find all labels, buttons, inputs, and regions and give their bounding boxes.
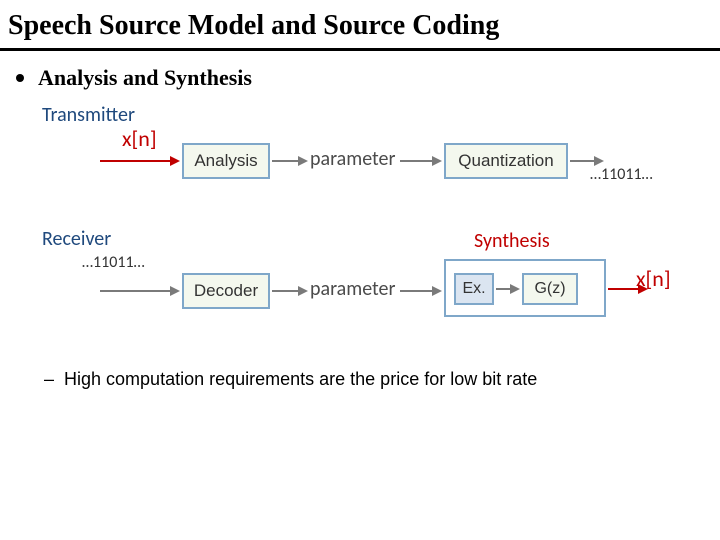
rx-output-signal: x[n]	[636, 265, 671, 292]
main-bullet-text: Analysis and Synthesis	[38, 65, 252, 91]
transmitter-label: Transmitter	[42, 103, 135, 127]
dash-icon: –	[44, 369, 54, 390]
rx-parameter-label: parameter	[310, 277, 395, 301]
tx-parameter-label: parameter	[310, 147, 395, 171]
rx-input-bits: …11011…	[82, 253, 145, 272]
main-bullet: Analysis and Synthesis	[0, 51, 720, 101]
quantization-box: Quantization	[444, 143, 568, 179]
receiver-label: Receiver	[42, 227, 111, 251]
excitation-box: Ex.	[454, 273, 494, 305]
analysis-box: Analysis	[182, 143, 270, 179]
filter-box: G(z)	[522, 273, 578, 305]
tx-output-bits: …11011…	[590, 165, 653, 184]
decoder-box: Decoder	[182, 273, 270, 309]
bullet-icon	[16, 74, 24, 82]
tx-input-signal: x[n]	[122, 125, 157, 152]
slide-title: Speech Source Model and Source Coding	[0, 0, 720, 51]
diagram-area: Transmitter x[n] Analysis parameter Quan…	[0, 101, 720, 361]
synthesis-label: Synthesis	[474, 229, 550, 253]
sub-bullet: – High computation requirements are the …	[0, 361, 720, 390]
sub-bullet-text: High computation requirements are the pr…	[64, 369, 537, 390]
